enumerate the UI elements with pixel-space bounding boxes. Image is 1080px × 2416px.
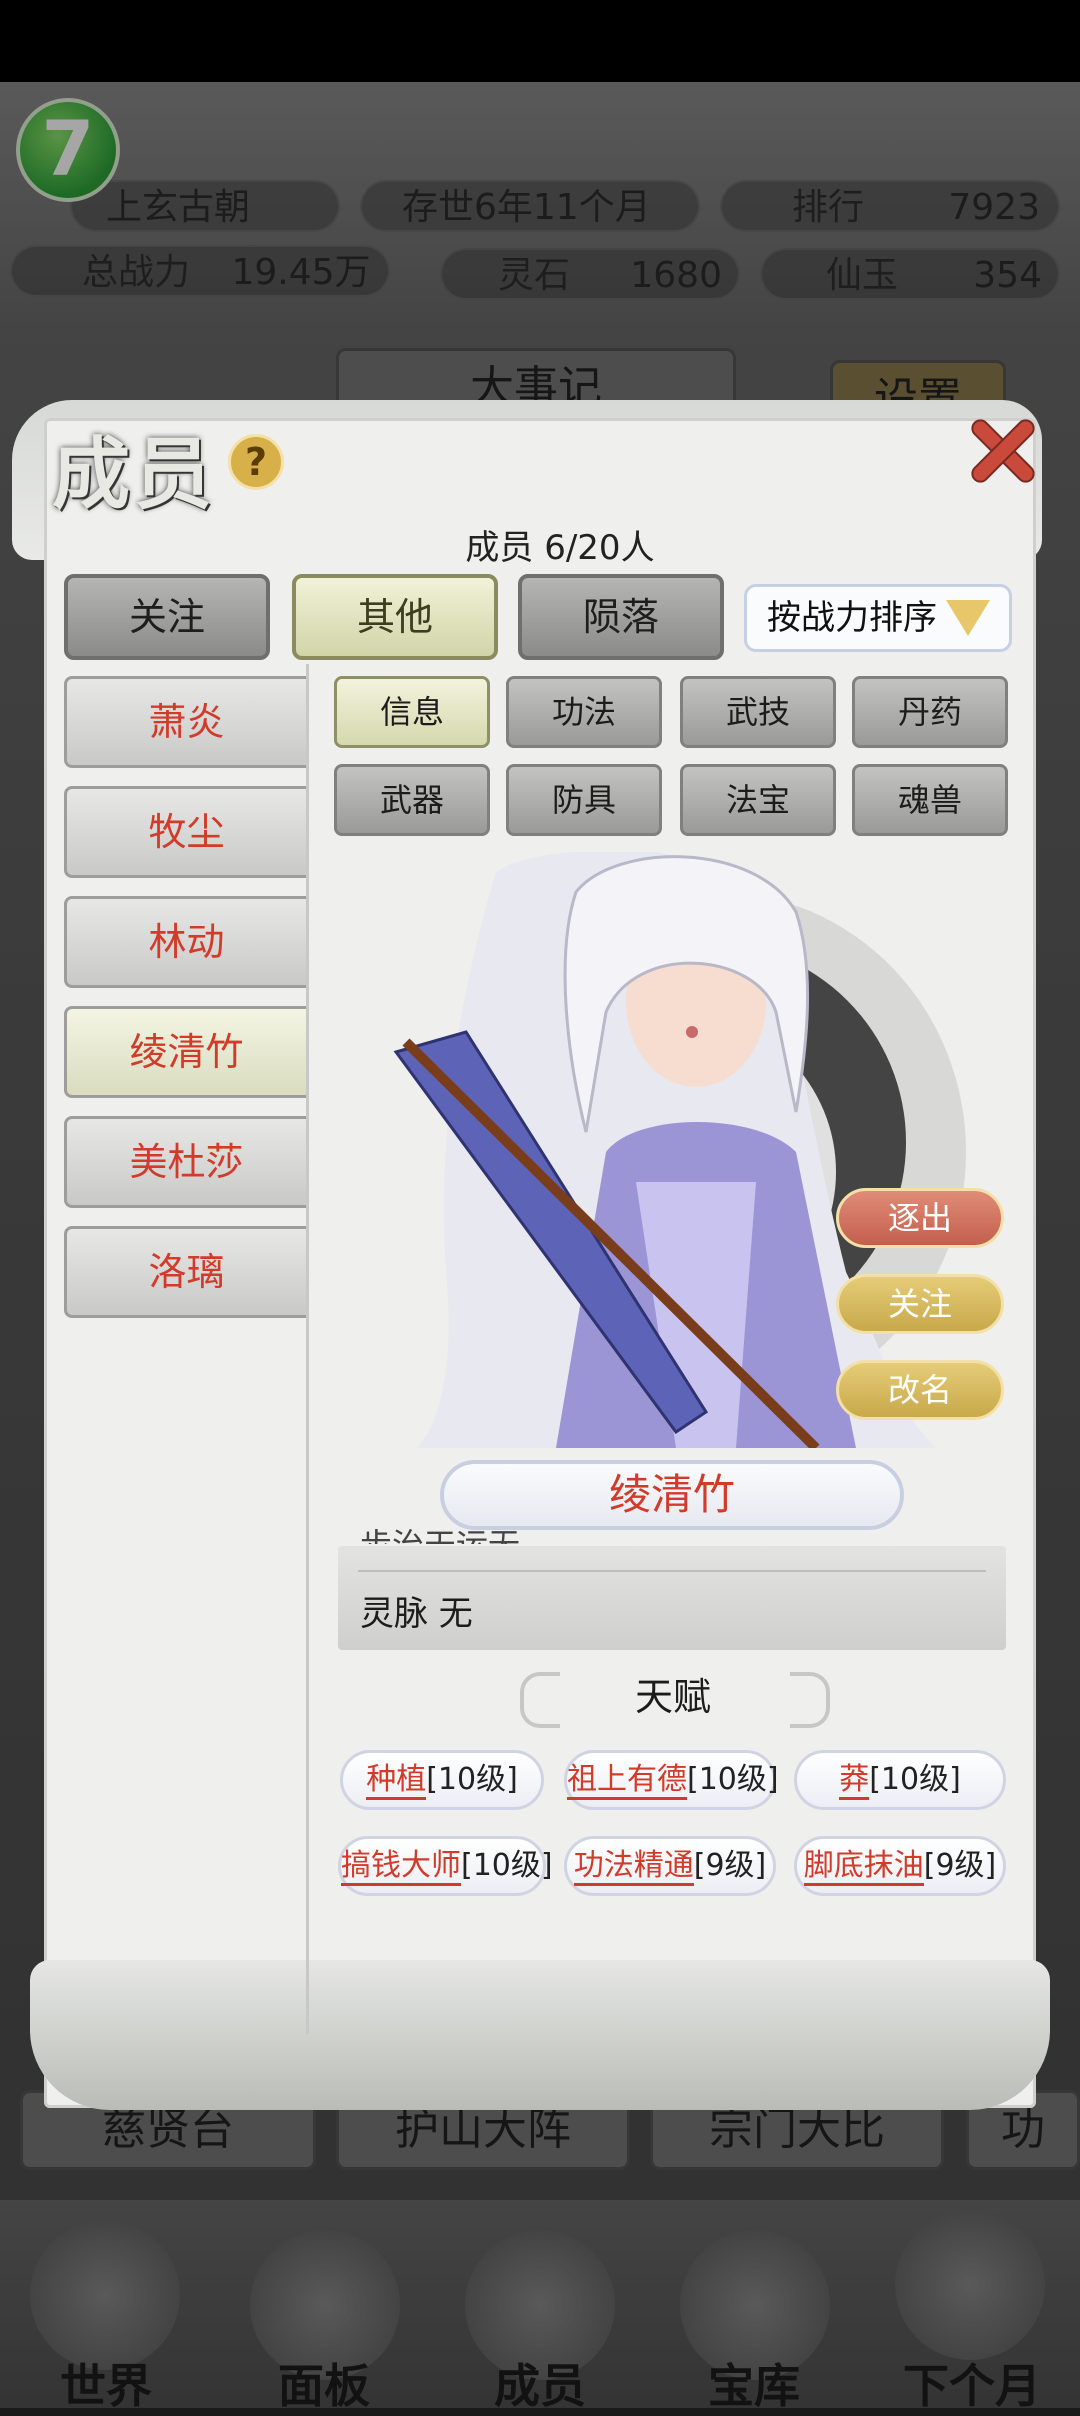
talent-level: [10级] — [461, 1848, 553, 1883]
tab-other[interactable]: 其他 — [292, 574, 498, 660]
talent-level: [9级] — [923, 1848, 997, 1883]
dialog-title: 成员 — [52, 429, 217, 520]
talent-name: 搞钱大师 — [341, 1848, 461, 1886]
dropdown-triangle-icon — [946, 600, 990, 636]
talent-name: 脚底抹油 — [803, 1848, 924, 1886]
help-icon[interactable]: ? — [228, 434, 284, 490]
talent-name: 莽 — [839, 1762, 870, 1800]
subtab-info[interactable]: 信息 — [334, 676, 490, 748]
subtab-pills[interactable]: 丹药 — [852, 676, 1008, 748]
member-item[interactable]: 洛璃 — [64, 1226, 306, 1318]
close-icon[interactable] — [960, 410, 1040, 490]
talent-level: [10级] — [869, 1762, 961, 1797]
info-divider — [358, 1570, 986, 1572]
talent-name: 祖上有德 — [567, 1762, 687, 1800]
tab-follow[interactable]: 关注 — [64, 574, 270, 660]
talent-level: [10级] — [426, 1762, 518, 1797]
character-portrait — [393, 852, 966, 1448]
talent-badge[interactable]: 祖上有德[10级] — [564, 1750, 779, 1810]
subtab-martial-skills[interactable]: 武技 — [680, 676, 836, 748]
subtab-soul-beasts[interactable]: 魂兽 — [852, 764, 1008, 836]
subtab-techniques[interactable]: 功法 — [506, 676, 662, 748]
talent-name: 种植 — [366, 1762, 427, 1800]
member-item[interactable]: 林动 — [64, 896, 306, 988]
status-bar — [0, 0, 1080, 82]
rename-button[interactable]: 改名 — [836, 1360, 1004, 1420]
follow-button[interactable]: 关注 — [836, 1274, 1004, 1334]
dialog-footer-frame — [30, 1960, 1050, 2110]
info-list: 灵脉 无 — [338, 1546, 1006, 1650]
member-item[interactable]: 美杜莎 — [64, 1116, 306, 1208]
talent-level: [10级] — [687, 1762, 779, 1797]
sidebar-divider — [306, 664, 309, 2034]
talent-level: [9级] — [693, 1848, 767, 1883]
member-item-selected[interactable]: 绫清竹 — [64, 1006, 306, 1098]
subtab-treasures[interactable]: 法宝 — [680, 764, 836, 836]
member-item[interactable]: 萧炎 — [64, 676, 306, 768]
info-row-clipped: 步治天运无 — [360, 1520, 520, 1544]
talent-badge[interactable]: 搞钱大师[10级] — [338, 1836, 553, 1896]
talent-title: 天赋 — [634, 1675, 711, 1719]
member-count: 成员 6/20人 — [465, 528, 655, 568]
talent-badge[interactable]: 种植[10级] — [340, 1750, 544, 1810]
subtab-weapons[interactable]: 武器 — [334, 764, 490, 836]
expel-button[interactable]: 逐出 — [836, 1188, 1004, 1248]
tab-fallen[interactable]: 陨落 — [518, 574, 724, 660]
subtab-armor[interactable]: 防具 — [506, 764, 662, 836]
talent-badge[interactable]: 脚底抹油[9级] — [794, 1836, 1006, 1896]
talent-name: 功法精通 — [573, 1848, 694, 1886]
spirit-vein-row: 灵脉 无 — [360, 1594, 473, 1634]
talent-badge[interactable]: 莽[10级] — [794, 1750, 1006, 1810]
member-item[interactable]: 牧尘 — [64, 786, 306, 878]
talent-badge[interactable]: 功法精通[9级] — [564, 1836, 776, 1896]
